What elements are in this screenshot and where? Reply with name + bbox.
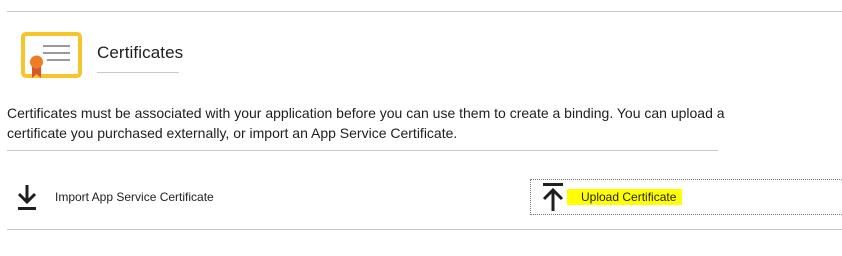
bottom-divider [7, 229, 842, 230]
download-icon [16, 183, 38, 211]
description-divider [7, 150, 718, 151]
upload-button-label: Upload Certificate [567, 189, 683, 205]
import-button-label: Import App Service Certificate [55, 190, 214, 204]
certificate-icon [21, 32, 83, 80]
top-divider [7, 11, 842, 12]
page-title: Certificates [97, 43, 184, 62]
upload-certificate-button[interactable]: Upload Certificate [530, 179, 842, 215]
upload-icon [531, 182, 565, 212]
title-underline [97, 72, 179, 73]
section-description: Certificates must be associated with you… [7, 105, 725, 141]
import-app-service-certificate-button[interactable]: Import App Service Certificate [16, 181, 214, 213]
